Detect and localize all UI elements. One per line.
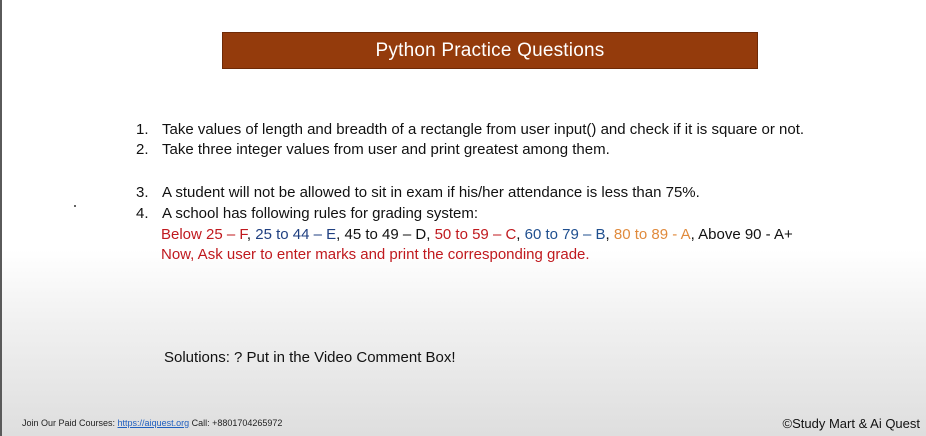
question-number: 4. xyxy=(136,205,149,222)
grade-rule: , Above 90 - A+ xyxy=(690,226,793,243)
grade-rule: 60 to 79 – B xyxy=(524,226,606,243)
question-number: 1. xyxy=(136,121,149,138)
question-number: 2. xyxy=(136,141,149,158)
grade-rule: 25 to 44 – E xyxy=(255,226,337,243)
call-label: Call: +8801704265972 xyxy=(189,418,283,428)
courses-link[interactable]: https://aiquest.org xyxy=(118,418,190,428)
stray-dot xyxy=(74,205,76,207)
slide-title-bar: Python Practice Questions xyxy=(222,32,758,69)
grade-separator: , xyxy=(605,226,614,243)
grade-rule: 50 to 59 – C xyxy=(434,226,517,243)
grade-separator: , xyxy=(246,226,256,243)
grade-rule: Below 25 – F xyxy=(161,226,247,243)
courses-label: Join Our Paid Courses: xyxy=(22,418,118,428)
grade-rule: 45 to 49 – D xyxy=(344,226,427,243)
question-text: Take values of length and breadth of a r… xyxy=(162,121,805,138)
solutions-note: Solutions: ? Put in the Video Comment Bo… xyxy=(164,349,456,366)
slide-title: Python Practice Questions xyxy=(375,39,605,61)
grade-separator: , xyxy=(426,226,435,243)
grade-rule: 80 to 89 - A xyxy=(613,226,691,243)
question-1: 1. Take values of length and breadth of a… xyxy=(136,120,804,139)
grade-instruction: Now, Ask user to enter marks and print t… xyxy=(161,246,590,263)
question-number: 3. xyxy=(136,184,149,201)
question-4: 4. A school has following rules for gradi… xyxy=(136,204,478,223)
window-left-edge xyxy=(0,0,2,436)
copyright-text: ©Study Mart & Ai Quest xyxy=(782,416,920,431)
question-text: A student will not be allowed to sit in … xyxy=(162,184,700,201)
question-3: 3. A student will not be allowed to sit i… xyxy=(136,183,700,202)
question-2: 2. Take three integer values from user an… xyxy=(136,140,610,159)
question-text: A school has following rules for grading… xyxy=(162,205,478,222)
grade-separator: , xyxy=(516,226,525,243)
question-text: Take three integer values from user and … xyxy=(162,141,610,158)
footer-promo: Join Our Paid Courses: https://aiquest.o… xyxy=(22,418,282,429)
grading-rules: Below 25 – F, 25 to 44 – E, 45 to 49 – D… xyxy=(161,225,793,244)
